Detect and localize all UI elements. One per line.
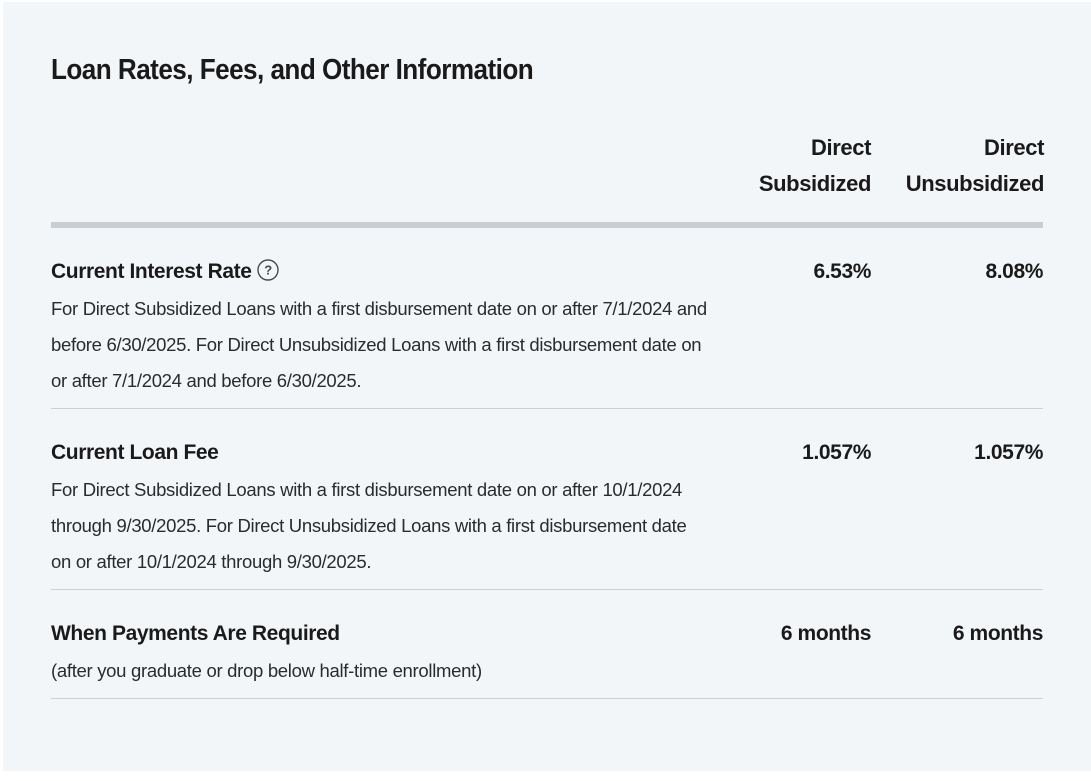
- value-subsidized: 6 months: [780, 622, 872, 645]
- row-label-loan-fee: Current Loan Fee: [51, 441, 219, 464]
- column-header-direct-unsubsidized: Direct Unsubsidized: [905, 130, 1045, 202]
- table-row-payments-required: When Payments Are Required (after you gr…: [51, 590, 1043, 699]
- value-unsubsidized: 1.057%: [974, 441, 1043, 464]
- table-row-interest-rate: Current Interest Rate? For Direct Subsid…: [51, 228, 1043, 409]
- question-circle-icon[interactable]: ?: [257, 259, 280, 282]
- row-description: For Direct Subsidized Loans with a first…: [51, 479, 687, 572]
- svg-text:?: ?: [265, 263, 273, 278]
- column-header-line: Direct: [984, 135, 1044, 160]
- row-label-interest-rate: Current Interest Rate?: [51, 258, 280, 286]
- column-header-line: Direct: [811, 135, 871, 160]
- column-header-line: Subsidized: [758, 171, 872, 196]
- column-header-direct-subsidized: Direct Subsidized: [758, 130, 872, 202]
- table-row-loan-fee: Current Loan Fee For Direct Subsidized L…: [51, 409, 1043, 590]
- value-subsidized: 1.057%: [802, 441, 871, 464]
- value-subsidized: 6.53%: [813, 260, 871, 283]
- value-unsubsidized: 6 months: [952, 622, 1044, 645]
- column-header-line: Unsubsidized: [905, 171, 1045, 196]
- loan-info-card: Loan Rates, Fees, and Other Information …: [3, 2, 1091, 771]
- row-label-payments-required: When Payments Are Required: [51, 622, 340, 645]
- section-title: Loan Rates, Fees, and Other Information: [51, 54, 534, 86]
- row-description: (after you graduate or drop below half-t…: [51, 660, 482, 681]
- value-unsubsidized: 8.08%: [985, 260, 1043, 283]
- row-label-text: Current Interest Rate: [51, 260, 252, 283]
- row-description: For Direct Subsidized Loans with a first…: [51, 298, 707, 391]
